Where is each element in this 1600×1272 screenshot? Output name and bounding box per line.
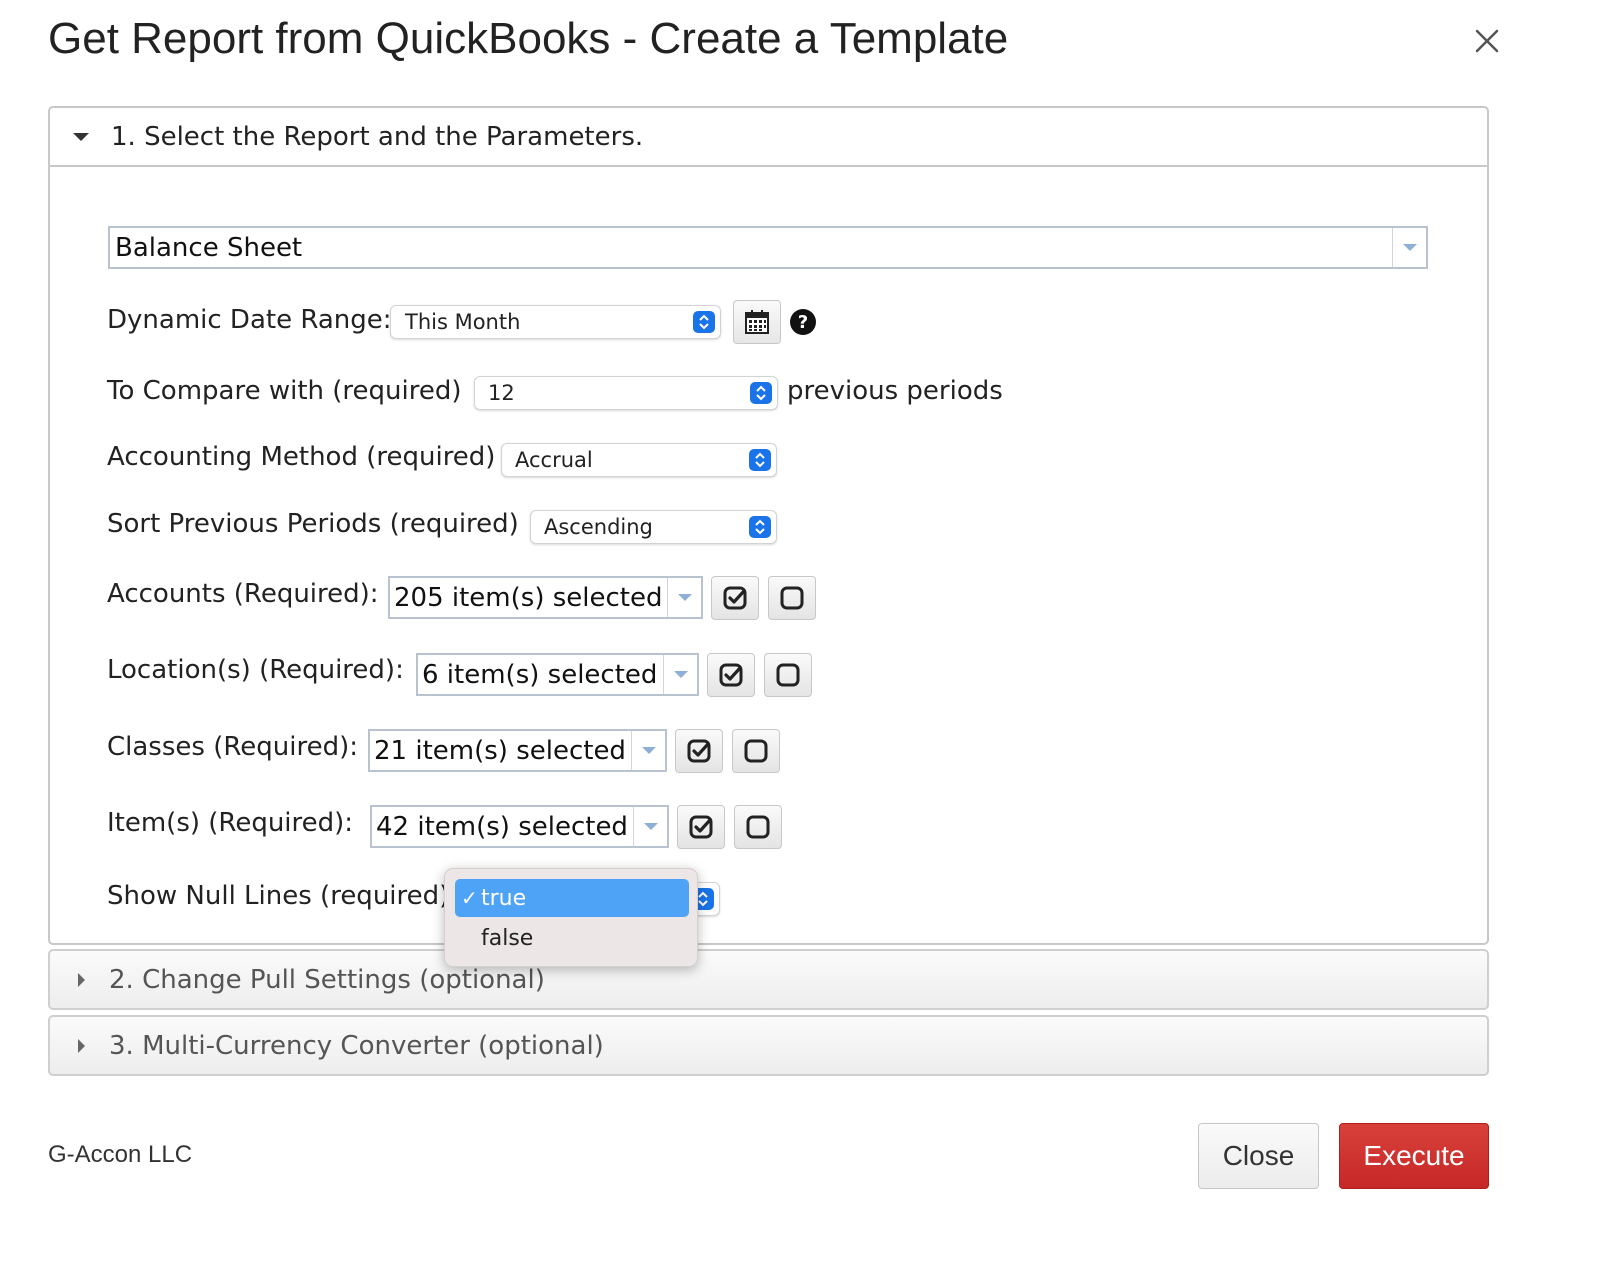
question-circle-icon[interactable]: ? (790, 309, 816, 335)
date-range-value: This Month (405, 310, 521, 334)
chevron-down-icon[interactable] (633, 807, 667, 846)
accounts-select-all-button[interactable] (711, 576, 759, 620)
locations-multiselect[interactable]: 6 item(s) selected (416, 653, 699, 696)
date-range-label: Dynamic Date Range: (107, 305, 392, 335)
option-true-label: true (481, 885, 527, 911)
accounts-multiselect[interactable]: 205 item(s) selected (388, 576, 703, 619)
option-true[interactable]: ✓ true (455, 879, 689, 917)
caret-down-icon (73, 132, 89, 141)
check-square-icon (687, 739, 711, 763)
items-multiselect[interactable]: 42 item(s) selected (370, 805, 669, 848)
caret-right-icon (78, 972, 85, 987)
compare-periods-value: 12 (488, 381, 515, 405)
null-lines-dropdown-menu: ✓ true false (444, 868, 698, 967)
date-range-select[interactable]: This Month (390, 305, 721, 339)
items-clear-button[interactable] (734, 805, 782, 849)
execute-button[interactable]: Execute (1339, 1123, 1489, 1189)
close-icon (1475, 29, 1499, 53)
classes-multiselect[interactable]: 21 item(s) selected (368, 729, 667, 772)
accounts-label: Accounts (Required): (107, 579, 379, 609)
calendar-icon (745, 310, 769, 334)
select-arrows-icon (749, 516, 771, 538)
check-square-icon (689, 815, 713, 839)
company-name: G-Accon LLC (48, 1141, 193, 1168)
empty-square-icon (776, 663, 800, 687)
chevron-down-icon[interactable] (631, 731, 665, 770)
locations-label: Location(s) (Required): (107, 655, 404, 685)
null-lines-label: Show Null Lines (required) (107, 881, 450, 911)
locations-value: 6 item(s) selected (422, 659, 658, 690)
calendar-button[interactable] (733, 300, 781, 344)
chevron-down-icon[interactable] (667, 578, 701, 617)
classes-select-all-button[interactable] (675, 729, 723, 773)
empty-square-icon (780, 586, 804, 610)
section-2-header[interactable]: 2. Change Pull Settings (optional) (48, 949, 1489, 1010)
sort-periods-label: Sort Previous Periods (required) (107, 509, 519, 539)
select-arrows-icon (693, 311, 715, 333)
select-arrows-icon (750, 382, 772, 404)
empty-square-icon (746, 815, 770, 839)
checkmark-icon: ✓ (461, 886, 478, 910)
locations-select-all-button[interactable] (707, 653, 755, 697)
section-1-label: 1. Select the Report and the Parameters. (111, 121, 644, 152)
classes-label: Classes (Required): (107, 732, 358, 762)
accounting-method-value: Accrual (515, 448, 593, 472)
accounts-clear-button[interactable] (768, 576, 816, 620)
chevron-down-icon[interactable] (663, 655, 697, 694)
report-type-select[interactable]: Balance Sheet (108, 226, 1428, 269)
close-button[interactable]: Close (1198, 1123, 1319, 1189)
classes-value: 21 item(s) selected (374, 735, 626, 766)
classes-clear-button[interactable] (732, 729, 780, 773)
close-dialog-button[interactable] (1468, 22, 1506, 60)
section-1-panel: 1. Select the Report and the Parameters.… (48, 106, 1489, 945)
compare-label: To Compare with (required) (107, 376, 462, 406)
select-arrows-icon (749, 449, 771, 471)
compare-suffix: previous periods (787, 376, 1003, 406)
items-select-all-button[interactable] (677, 805, 725, 849)
section-1-header[interactable]: 1. Select the Report and the Parameters. (50, 108, 1487, 167)
section-2-label: 2. Change Pull Settings (optional) (109, 964, 545, 995)
locations-clear-button[interactable] (764, 653, 812, 697)
accounting-method-label: Accounting Method (required) (107, 442, 496, 472)
option-false-label: false (481, 925, 534, 951)
check-square-icon (719, 663, 743, 687)
sort-periods-select[interactable]: Ascending (530, 510, 777, 544)
option-false[interactable]: false (455, 919, 689, 957)
section-3-label: 3. Multi-Currency Converter (optional) (109, 1030, 604, 1061)
accounts-value: 205 item(s) selected (394, 582, 663, 613)
items-label: Item(s) (Required): (107, 808, 354, 838)
items-value: 42 item(s) selected (376, 811, 628, 842)
accounting-method-select[interactable]: Accrual (501, 443, 777, 477)
caret-right-icon (78, 1038, 85, 1053)
check-square-icon (723, 586, 747, 610)
chevron-down-icon[interactable] (1392, 228, 1426, 267)
report-type-value: Balance Sheet (115, 232, 303, 263)
dialog-title: Get Report from QuickBooks - Create a Te… (48, 14, 1009, 63)
sort-periods-value: Ascending (544, 515, 653, 539)
section-3-header[interactable]: 3. Multi-Currency Converter (optional) (48, 1015, 1489, 1076)
empty-square-icon (744, 739, 768, 763)
compare-periods-select[interactable]: 12 (474, 376, 778, 410)
